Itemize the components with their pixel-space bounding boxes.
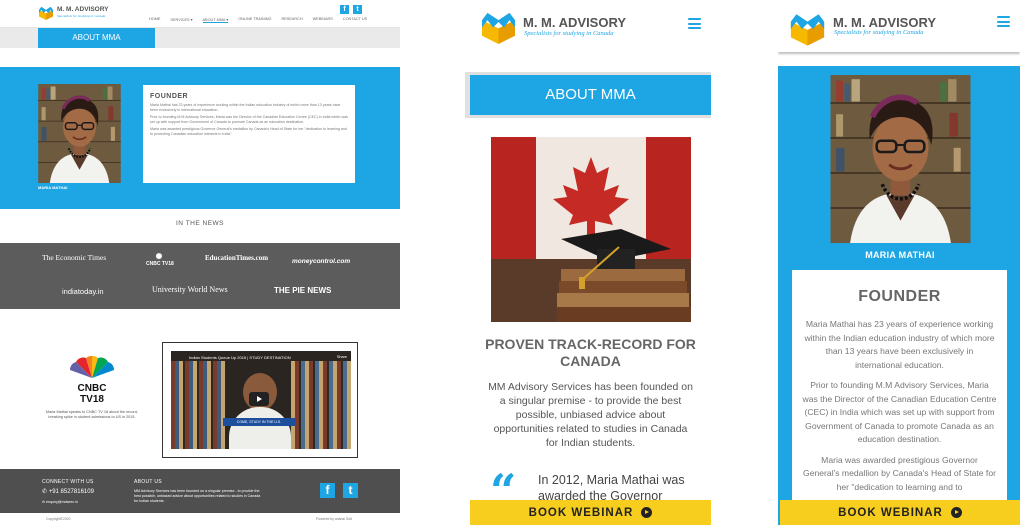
phone-number[interactable]: ✆ +91 8527816109 — [42, 489, 94, 495]
copyright: Copyright©2020 — [46, 517, 71, 521]
site-footer: CONNECT WITH US ✆ +91 8527816109 ✉ enqui… — [0, 469, 400, 513]
founder-paragraph: Maria was awarded prestigious Governor G… — [150, 127, 347, 136]
book-webinar-button[interactable]: BOOK WEBINAR — [780, 500, 1020, 525]
economic-times-logo[interactable]: The Economic Times — [42, 253, 106, 262]
bookshelf-right — [291, 361, 351, 449]
connect-heading: CONNECT WITH US — [42, 479, 94, 485]
brand-name[interactable]: M. M. ADVISORY — [57, 6, 109, 13]
about-us-text: MM Advisory Services has been founded on… — [134, 489, 261, 503]
university-world-news-logo[interactable]: University World News — [152, 285, 228, 294]
mobile-header: M. M. ADVISORY Specialists for studying … — [463, 0, 713, 62]
video-banner: COME, STUDY IN THE U.S. — [223, 418, 295, 426]
twitter-icon[interactable]: t — [353, 5, 362, 14]
nav-contact[interactable]: CONTACT US — [343, 17, 367, 23]
twitter-icon[interactable]: t — [343, 483, 358, 498]
video-title[interactable]: Indian Students Queue Up 2015 | STUDY DE… — [189, 355, 291, 360]
founder-card: FOUNDER Maria Mathai has 23 years of exp… — [143, 85, 355, 183]
book-webinar-button[interactable]: BOOK WEBINAR — [470, 500, 711, 525]
speaker-body — [229, 407, 291, 449]
nav-webinars[interactable]: WEBINARS — [313, 17, 333, 23]
email-link[interactable]: ✉ enquiry@mdseen.in — [42, 500, 78, 505]
brand-tagline: Specialists for studying in Canada — [57, 14, 106, 18]
cnbc-tv18-wordmark: CNBC TV18 — [77, 383, 107, 405]
mm-advisory-logo-icon[interactable] — [38, 6, 54, 20]
founder-title: FOUNDER — [858, 288, 941, 305]
facebook-icon[interactable]: f — [320, 483, 335, 498]
founder-paragraph: Prior to founding M.M Advisory Services,… — [802, 380, 997, 444]
the-pie-news-logo[interactable]: THE PIE NEWS — [274, 286, 331, 295]
hamburger-menu-icon[interactable] — [688, 18, 701, 29]
cnbc-caption: Maria Mathai speaks to CNBC TV 18 about … — [45, 410, 139, 419]
about-us-heading: ABOUT US — [134, 479, 162, 485]
founder-name: MARIA MATHAI — [865, 250, 935, 260]
founder-card: FOUNDER Maria Mathai has 23 years of exp… — [792, 270, 1007, 525]
in-the-news-heading: IN THE NEWS — [176, 220, 224, 227]
video-share-button[interactable]: Share — [337, 355, 347, 359]
video-play-icon[interactable] — [249, 392, 269, 406]
nav-services[interactable]: SERVICES ▾ — [170, 17, 192, 23]
desktop-about-page: M. M. ADVISORY Specialists for studying … — [0, 0, 400, 525]
video-player[interactable]: Indian Students Queue Up 2015 | STUDY DE… — [171, 351, 351, 449]
cnbc-tv18-logo: CNBC TV18 — [66, 355, 118, 405]
graduation-cap-canada-image — [491, 137, 691, 322]
mobile-header: M. M. ADVISORY Specialists for studying … — [778, 0, 1020, 52]
founder-paragraph: Maria Mathai has 23 years of experience … — [150, 103, 341, 112]
founder-title: FOUNDER — [150, 93, 189, 100]
indiatoday-logo[interactable]: indiatoday.in — [62, 287, 104, 296]
founder-photo — [38, 84, 121, 183]
education-times-logo[interactable]: EducationTimes.com — [205, 254, 268, 262]
moneycontrol-logo[interactable]: moneycontrol.com — [292, 258, 350, 265]
arrow-circle-icon — [950, 507, 962, 518]
brand-tagline: Specialists for studying in Canada — [834, 29, 924, 36]
main-nav: HOME SERVICES ▾ ABOUT MMA ▾ ONLINE TRAIN… — [149, 17, 367, 23]
mobile-founder-page: M. M. ADVISORY Specialists for studying … — [778, 0, 1020, 525]
mm-advisory-logo-icon[interactable] — [789, 12, 826, 46]
nav-about[interactable]: ABOUT MMA ▾ — [202, 17, 229, 23]
peacock-icon — [69, 355, 115, 378]
facebook-icon[interactable]: f — [340, 5, 349, 14]
about-page-title: ABOUT MMA — [38, 28, 155, 48]
nav-research[interactable]: RESEARCH — [281, 17, 302, 23]
peacock-icon: ✺ — [155, 252, 163, 261]
hamburger-menu-icon[interactable] — [997, 16, 1010, 27]
track-record-heading: PROVEN TRACK-RECORD FOR CANADA — [485, 336, 696, 369]
arrow-circle-icon — [641, 507, 653, 518]
nav-home[interactable]: HOME — [149, 17, 160, 23]
about-paragraph: MM Advisory Services has been founded on… — [488, 381, 693, 449]
site-header: M. M. ADVISORY Specialists for studying … — [0, 0, 400, 28]
founder-paragraph: Maria Mathai has 23 years of experience … — [804, 319, 995, 370]
about-page-title: ABOUT MMA — [470, 75, 711, 115]
founder-paragraph: Prior to founding M.M Advisory Services,… — [150, 115, 348, 124]
mm-advisory-logo-icon[interactable] — [480, 11, 517, 44]
brand-name[interactable]: M. M. ADVISORY — [523, 15, 626, 30]
phone-icon: ✆ — [42, 489, 49, 495]
founder-photo — [829, 75, 972, 243]
founder-photo-caption: MARIA MATHAI — [38, 185, 68, 190]
founder-paragraph: Maria was awarded prestigious Governor G… — [803, 454, 996, 492]
cnbc-logo-small[interactable]: ✺ CNBC TV18 — [146, 252, 174, 268]
brand-tagline: Specialists for studying in Canada — [524, 30, 614, 37]
mobile-about-page: M. M. ADVISORY Specialists for studying … — [463, 0, 713, 525]
news-logos-strip: The Economic Times ✺ CNBC TV18 Education… — [0, 243, 400, 309]
powered-by: Powered by ananai Soft — [316, 517, 353, 521]
brand-name[interactable]: M. M. ADVISORY — [833, 15, 936, 30]
bookshelf-left — [171, 361, 226, 449]
nav-online-training[interactable]: ONLINE TRAINING — [238, 17, 271, 23]
